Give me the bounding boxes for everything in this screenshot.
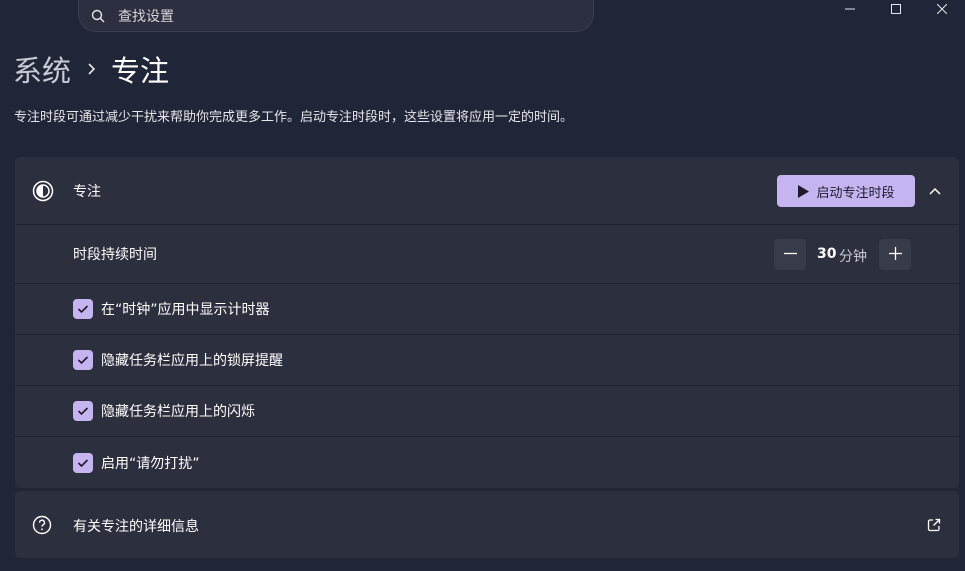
help-icon [32, 515, 52, 535]
chevron-up-icon[interactable] [927, 183, 943, 199]
duration-value: 30 [817, 246, 837, 262]
breadcrumb: 系统 专注 [13, 50, 169, 88]
search-icon [91, 8, 107, 24]
focus-card: 专注 启动专注时段 时段持续时间 30 分钟 在“时钟”应用中显示计时器 隐藏任… [15, 157, 959, 488]
focus-title: 专注 [73, 183, 101, 200]
close-icon[interactable] [919, 0, 965, 18]
start-focus-session-button[interactable]: 启动专注时段 [777, 175, 915, 207]
search-box[interactable]: 查找设置 [78, 0, 594, 32]
duration-row: 时段持续时间 30 分钟 [15, 225, 959, 284]
option-row-hide-badges[interactable]: 隐藏任务栏应用上的锁屏提醒 [15, 335, 959, 386]
play-icon [797, 184, 810, 198]
increase-duration-button[interactable] [879, 239, 911, 270]
window-controls [827, 0, 965, 18]
maximize-icon[interactable] [873, 0, 919, 18]
search-placeholder[interactable]: 查找设置 [118, 6, 174, 26]
minimize-icon[interactable] [827, 0, 873, 18]
option-label: 隐藏任务栏应用上的闪烁 [101, 404, 255, 420]
info-label: 有关专注的详细信息 [73, 519, 199, 535]
duration-unit: 分钟 [839, 249, 867, 265]
checkbox-checked[interactable] [73, 452, 93, 473]
option-label: 在“时钟”应用中显示计时器 [101, 302, 270, 318]
focus-header-row[interactable]: 专注 启动专注时段 [15, 157, 959, 225]
chevron-right-icon [87, 62, 97, 76]
checkbox-checked[interactable] [73, 350, 93, 370]
option-row-do-not-disturb[interactable]: 启用“请勿打扰” [15, 437, 959, 488]
plus-icon [888, 245, 902, 264]
option-row-clock-timer[interactable]: 在“时钟”应用中显示计时器 [15, 284, 959, 335]
focus-icon [32, 180, 54, 202]
page-description: 专注时段可通过减少干扰来帮助你完成更多工作。启动专注时段时，这些设置将应用一定的… [14, 110, 574, 125]
option-label: 隐藏任务栏应用上的锁屏提醒 [101, 353, 283, 369]
start-focus-session-label: 启动专注时段 [816, 185, 895, 201]
option-row-hide-flashing[interactable]: 隐藏任务栏应用上的闪烁 [15, 386, 959, 437]
decrease-duration-button[interactable] [774, 239, 806, 270]
external-link-icon [927, 517, 942, 532]
focus-info-link[interactable]: 有关专注的详细信息 [15, 491, 959, 558]
checkbox-checked[interactable] [73, 401, 93, 421]
page-title: 专注 [111, 54, 170, 88]
option-label: 启用“请勿打扰” [101, 455, 200, 472]
checkbox-checked[interactable] [73, 299, 93, 319]
breadcrumb-parent[interactable]: 系统 [13, 48, 71, 90]
minus-icon [783, 245, 797, 264]
duration-label: 时段持续时间 [73, 247, 157, 263]
